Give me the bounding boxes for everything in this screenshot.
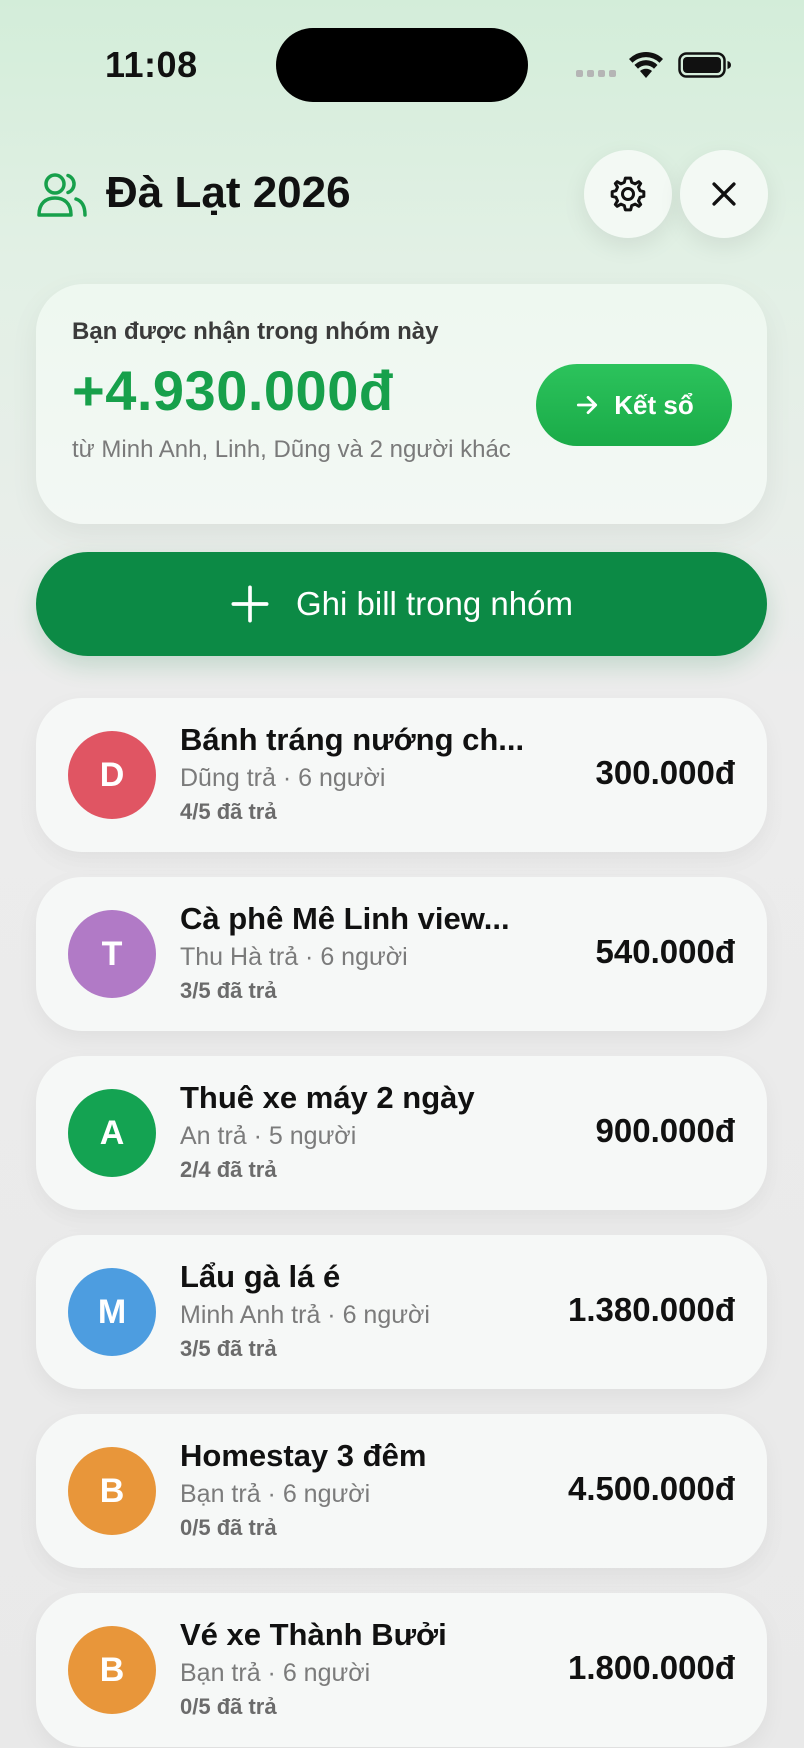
add-bill-label: Ghi bill trong nhóm xyxy=(296,585,573,622)
bill-amount: 1.800.000đ xyxy=(568,1649,735,1686)
avatar: B xyxy=(68,1447,156,1535)
balance-label: Bạn được nhận trong nhóm này xyxy=(72,318,439,345)
balance-card: Bạn được nhận trong nhóm này +4.930.000đ… xyxy=(36,284,767,524)
bill-card[interactable]: M Lẩu gà lá é Minh Anh trả · 6 người 3/5… xyxy=(36,1235,767,1389)
battery-icon xyxy=(678,52,731,78)
bill-name: Bánh tráng nướng ch... xyxy=(180,722,525,757)
bill-paid-status: 3/5 đã trả xyxy=(180,978,277,1003)
status-time: 11:08 xyxy=(105,44,198,85)
balance-amount: +4.930.000đ xyxy=(72,359,394,422)
cellular-signal-icon xyxy=(576,70,616,78)
bill-payer-info: Bạn trả · 6 người xyxy=(180,1659,371,1687)
bill-card[interactable]: B Vé xe Thành Bưởi Bạn trả · 6 người 0/5… xyxy=(36,1593,767,1747)
wifi-icon xyxy=(629,51,663,78)
bill-payer-info: An trả · 5 người xyxy=(180,1122,357,1150)
avatar: M xyxy=(68,1268,156,1356)
add-bill-button[interactable]: Ghi bill trong nhóm xyxy=(36,552,767,656)
avatar: T xyxy=(68,910,156,998)
bill-payer-info: Bạn trả · 6 người xyxy=(180,1480,371,1508)
bill-paid-status: 0/5 đã trả xyxy=(180,1694,277,1719)
page-title: Đà Lạt 2026 xyxy=(106,168,351,217)
bill-paid-status: 3/5 đã trả xyxy=(180,1336,277,1361)
status-bar: 11:08 xyxy=(0,0,804,130)
bill-amount: 1.380.000đ xyxy=(568,1291,735,1328)
avatar: A xyxy=(68,1089,156,1177)
balance-from-text: từ Minh Anh, Linh, Dũng và 2 người khác xyxy=(72,436,511,463)
bill-payer-info: Minh Anh trả · 6 người xyxy=(180,1301,430,1329)
close-button[interactable] xyxy=(680,150,768,238)
bill-payer-info: Thu Hà trả · 6 người xyxy=(180,943,408,971)
avatar: B xyxy=(68,1626,156,1714)
bill-name: Thuê xe máy 2 ngày xyxy=(180,1080,475,1115)
bill-name: Lẩu gà lá é xyxy=(180,1259,341,1294)
bill-card[interactable]: T Cà phê Mê Linh view... Thu Hà trả · 6 … xyxy=(36,877,767,1031)
settle-button[interactable]: Kết sổ xyxy=(536,364,732,446)
bill-name: Cà phê Mê Linh view... xyxy=(180,901,510,936)
arrow-right-icon xyxy=(577,396,598,414)
bill-amount: 540.000đ xyxy=(595,933,735,970)
bill-name: Homestay 3 đêm xyxy=(180,1438,427,1473)
settings-button[interactable] xyxy=(584,150,672,238)
dynamic-island xyxy=(276,28,528,102)
bill-paid-status: 2/4 đã trả xyxy=(180,1157,277,1182)
plus-icon xyxy=(231,585,269,623)
bill-card[interactable]: D Bánh tráng nướng ch... Dũng trả · 6 ng… xyxy=(36,698,767,852)
bill-paid-status: 4/5 đã trả xyxy=(180,799,277,824)
settle-button-label: Kết sổ xyxy=(614,389,694,420)
bill-amount: 900.000đ xyxy=(595,1112,735,1149)
group-header: Đà Lạt 2026 xyxy=(0,140,804,250)
gear-icon xyxy=(610,176,646,212)
close-icon xyxy=(712,182,736,206)
bill-name: Vé xe Thành Bưởi xyxy=(180,1617,447,1652)
bill-amount: 4.500.000đ xyxy=(568,1470,735,1507)
avatar: D xyxy=(68,731,156,819)
bill-card[interactable]: A Thuê xe máy 2 ngày An trả · 5 người 2/… xyxy=(36,1056,767,1210)
bill-paid-status: 0/5 đã trả xyxy=(180,1515,277,1540)
bill-amount: 300.000đ xyxy=(595,754,735,791)
bill-payer-info: Dũng trả · 6 người xyxy=(180,764,386,792)
group-users-icon xyxy=(37,173,87,217)
bill-card[interactable]: B Homestay 3 đêm Bạn trả · 6 người 0/5 đ… xyxy=(36,1414,767,1568)
